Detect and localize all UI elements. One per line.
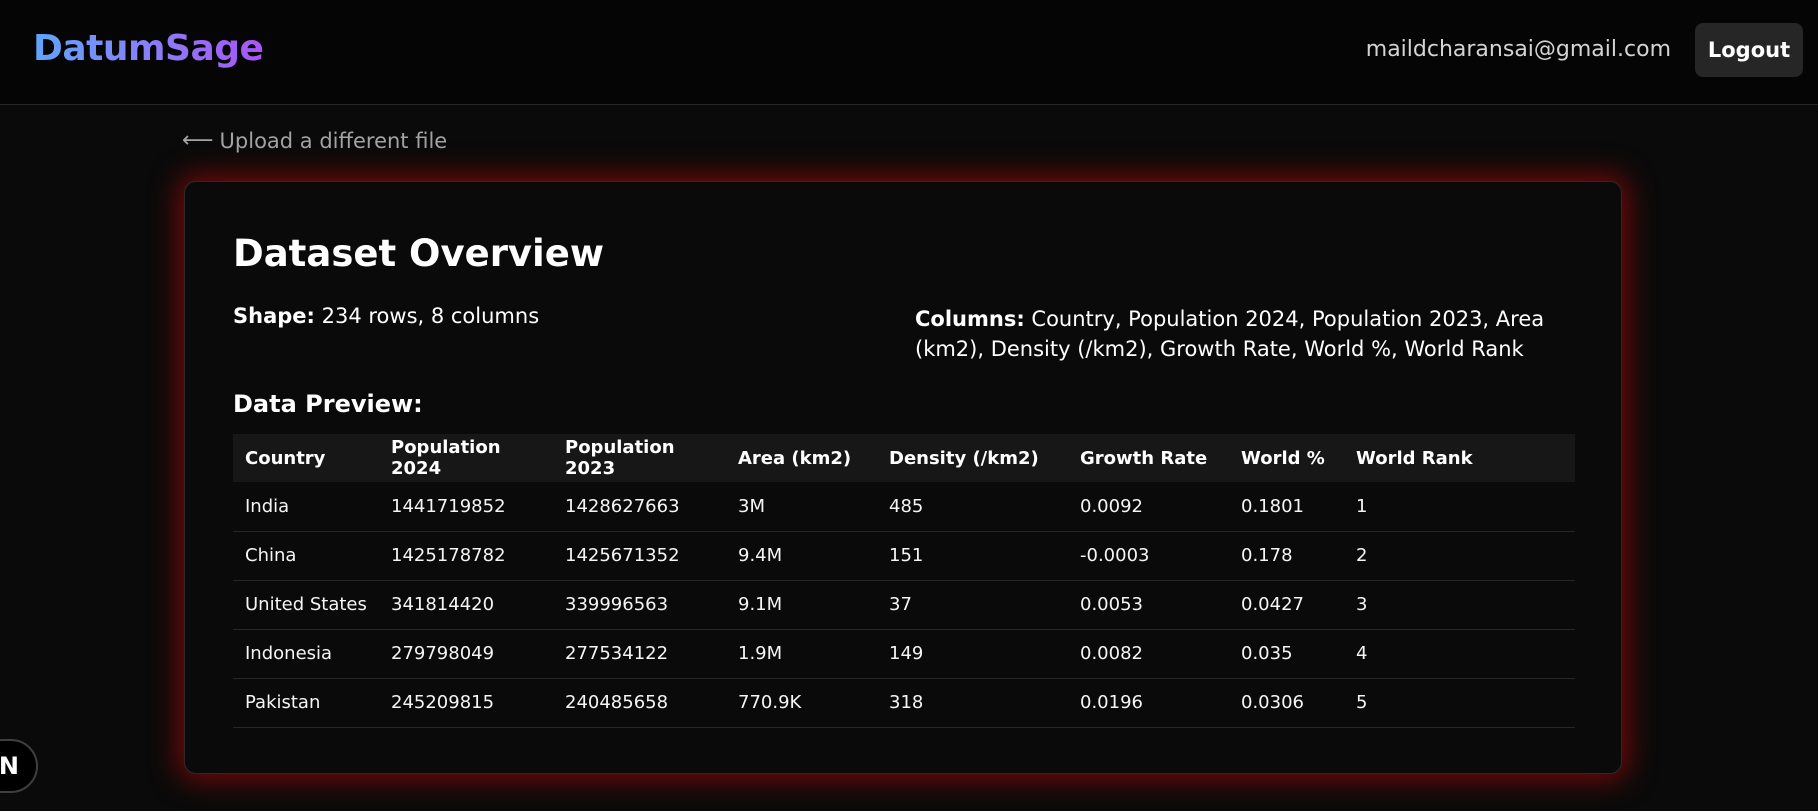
table-cell: 0.0427: [1229, 580, 1344, 630]
table-cell: 1441719852: [379, 482, 553, 532]
page-title: Dataset Overview: [233, 232, 605, 275]
user-email: maildcharansai@gmail.com: [1365, 37, 1671, 62]
shape-value: 234 rows, 8 columns: [321, 304, 540, 328]
dataset-overview-card: Dataset Overview Shape: 234 rows, 8 colu…: [184, 181, 1622, 774]
table-cell: 3: [1344, 580, 1575, 630]
table-cell: 3M: [726, 482, 877, 532]
table-row: China 1425178782 1425671352 9.4M 151 -0.…: [233, 531, 1575, 581]
shape-label: Shape:: [233, 304, 315, 328]
table-cell: 0.0092: [1068, 482, 1229, 532]
data-preview-table: Country Population 2024 Population 2023 …: [233, 434, 1575, 728]
table-cell: 9.1M: [726, 580, 877, 630]
table-cell: 277534122: [553, 629, 726, 679]
table-cell: United States: [233, 580, 379, 630]
shape-info: Shape: 234 rows, 8 columns: [233, 304, 539, 328]
n-letter-icon: N: [0, 752, 19, 780]
column-header: World Rank: [1356, 447, 1473, 469]
table-cell: 9.4M: [726, 531, 877, 581]
table-cell: 279798049: [379, 629, 553, 679]
table-cell: 485: [877, 482, 1068, 532]
table-row: Indonesia 279798049 277534122 1.9M 149 0…: [233, 629, 1575, 679]
table-cell: 318: [877, 678, 1068, 728]
table-cell: 0.0082: [1068, 629, 1229, 679]
table-row: India 1441719852 1428627663 3M 485 0.009…: [233, 482, 1575, 532]
nextjs-dev-indicator-button[interactable]: N: [0, 739, 38, 793]
table-cell: 0.0306: [1229, 678, 1344, 728]
table-cell: 770.9K: [726, 678, 877, 728]
table-cell: 4: [1344, 629, 1575, 679]
back-link-label: Upload a different file: [219, 128, 448, 153]
columns-label: Columns:: [915, 307, 1025, 331]
table-cell: 1428627663: [553, 482, 726, 532]
columns-info: Columns: Country, Population 2024, Popul…: [915, 304, 1555, 364]
column-header: Population 2024: [391, 437, 501, 479]
top-navbar: DatumSage maildcharansai@gmail.com Logou…: [0, 0, 1818, 105]
table-cell: 1425671352: [553, 531, 726, 581]
table-cell: 0.035: [1229, 629, 1344, 679]
table-cell: 245209815: [379, 678, 553, 728]
column-header: Growth Rate: [1080, 447, 1208, 469]
table-cell: Pakistan: [233, 678, 379, 728]
column-header: World %: [1241, 447, 1325, 469]
column-header: Country: [245, 447, 326, 469]
app-logo[interactable]: DatumSage: [33, 28, 264, 69]
column-header: Population 2023: [565, 437, 675, 479]
logout-button[interactable]: Logout: [1695, 23, 1803, 77]
column-header: Area (km2): [738, 447, 852, 469]
table-cell: 149: [877, 629, 1068, 679]
column-header: Density (/km2): [889, 447, 1039, 469]
table-cell: 1.9M: [726, 629, 877, 679]
table-cell: 2: [1344, 531, 1575, 581]
table-cell: 341814420: [379, 580, 553, 630]
table-cell: 5: [1344, 678, 1575, 728]
table-cell: 0.178: [1229, 531, 1344, 581]
data-preview-heading: Data Preview:: [233, 390, 423, 418]
table-cell: 240485658: [553, 678, 726, 728]
table-cell: 0.0196: [1068, 678, 1229, 728]
table-cell: China: [233, 531, 379, 581]
table-row: Pakistan 245209815 240485658 770.9K 318 …: [233, 678, 1575, 728]
table-cell: 37: [877, 580, 1068, 630]
table-cell: 1425178782: [379, 531, 553, 581]
table-row: United States 341814420 339996563 9.1M 3…: [233, 580, 1575, 630]
table-cell: Indonesia: [233, 629, 379, 679]
table-cell: -0.0003: [1068, 531, 1229, 581]
table-cell: 151: [877, 531, 1068, 581]
arrow-left-icon: ⟵: [182, 128, 214, 153]
table-cell: 0.1801: [1229, 482, 1344, 532]
upload-different-file-link[interactable]: ⟵ Upload a different file: [182, 128, 447, 153]
table-cell: 339996563: [553, 580, 726, 630]
table-cell: India: [233, 482, 379, 532]
table-cell: 0.0053: [1068, 580, 1229, 630]
table-header-row: Country Population 2024 Population 2023 …: [233, 434, 1575, 482]
table-cell: 1: [1344, 482, 1575, 532]
